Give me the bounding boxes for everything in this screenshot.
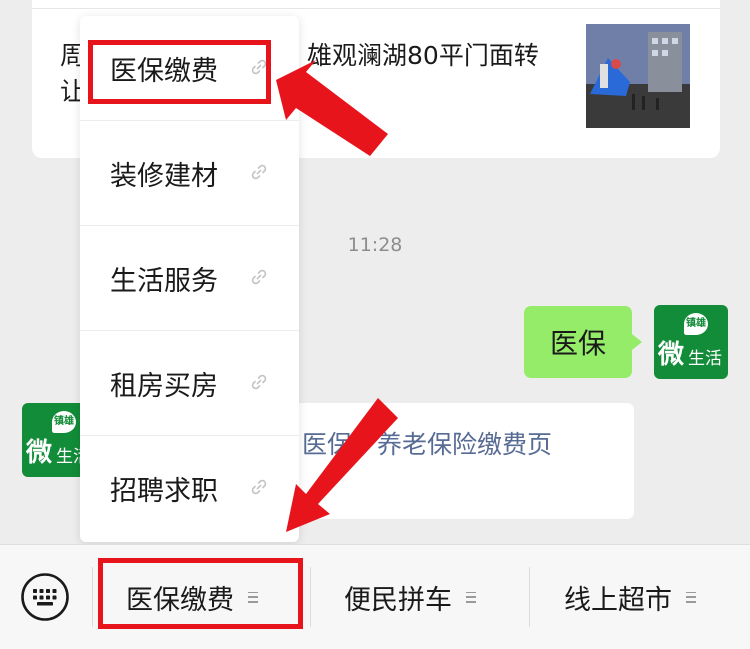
submenu-item-label: 装修建材 — [110, 161, 218, 192]
menu-button-carpool[interactable]: 便民拼车 — [344, 571, 476, 623]
submenu-item-label: 租房买房 — [110, 371, 218, 402]
reply-link[interactable]: 医保、养老保险缴费页 — [302, 425, 552, 461]
link-icon — [251, 479, 267, 495]
menu-lines-icon — [686, 591, 696, 603]
card-divider — [32, 8, 720, 9]
submenu-item-decoration[interactable]: 装修建材 — [80, 121, 299, 226]
keyboard-icon[interactable] — [20, 572, 70, 622]
submenu-item-life-services[interactable]: 生活服务 — [80, 226, 299, 331]
avatar-badge: 镇雄 — [52, 411, 76, 433]
menu-button-label: 便民拼车 — [344, 584, 452, 616]
link-icon — [251, 374, 267, 390]
menu-separator — [529, 567, 530, 627]
menu-separator — [92, 567, 93, 627]
menu-separator — [310, 567, 311, 627]
thumbnail-image — [586, 24, 690, 128]
menu-button-online-market[interactable]: 线上超市 — [564, 571, 696, 623]
sent-message-bubble[interactable]: 医保 — [524, 306, 642, 378]
menu-button-label: 线上超市 — [564, 584, 672, 616]
avatar-logo-life: 生活 — [688, 349, 722, 369]
submenu-item-jobs[interactable]: 招聘求职 — [80, 436, 299, 541]
avatar-logo-wei: 微 — [26, 438, 53, 468]
user-avatar[interactable]: 镇雄 微 生活 — [654, 305, 728, 379]
article-thumbnail[interactable] — [586, 24, 690, 128]
link-icon — [251, 269, 267, 285]
highlight-box-menu-button — [98, 558, 303, 629]
avatar-badge: 镇雄 — [684, 313, 708, 335]
highlight-box-popup-item — [88, 40, 271, 104]
submenu-item-label: 生活服务 — [110, 266, 218, 297]
sent-message-text: 医保 — [549, 327, 606, 360]
menu-lines-icon — [466, 591, 476, 603]
link-icon — [251, 164, 267, 180]
avatar-logo-wei: 微 — [658, 340, 685, 370]
bubble-tail — [632, 334, 642, 350]
article-title-tail: 雄观澜湖80平门面转 — [307, 41, 539, 70]
submenu-item-label: 招聘求职 — [110, 476, 218, 507]
submenu-item-housing[interactable]: 租房买房 — [80, 331, 299, 436]
